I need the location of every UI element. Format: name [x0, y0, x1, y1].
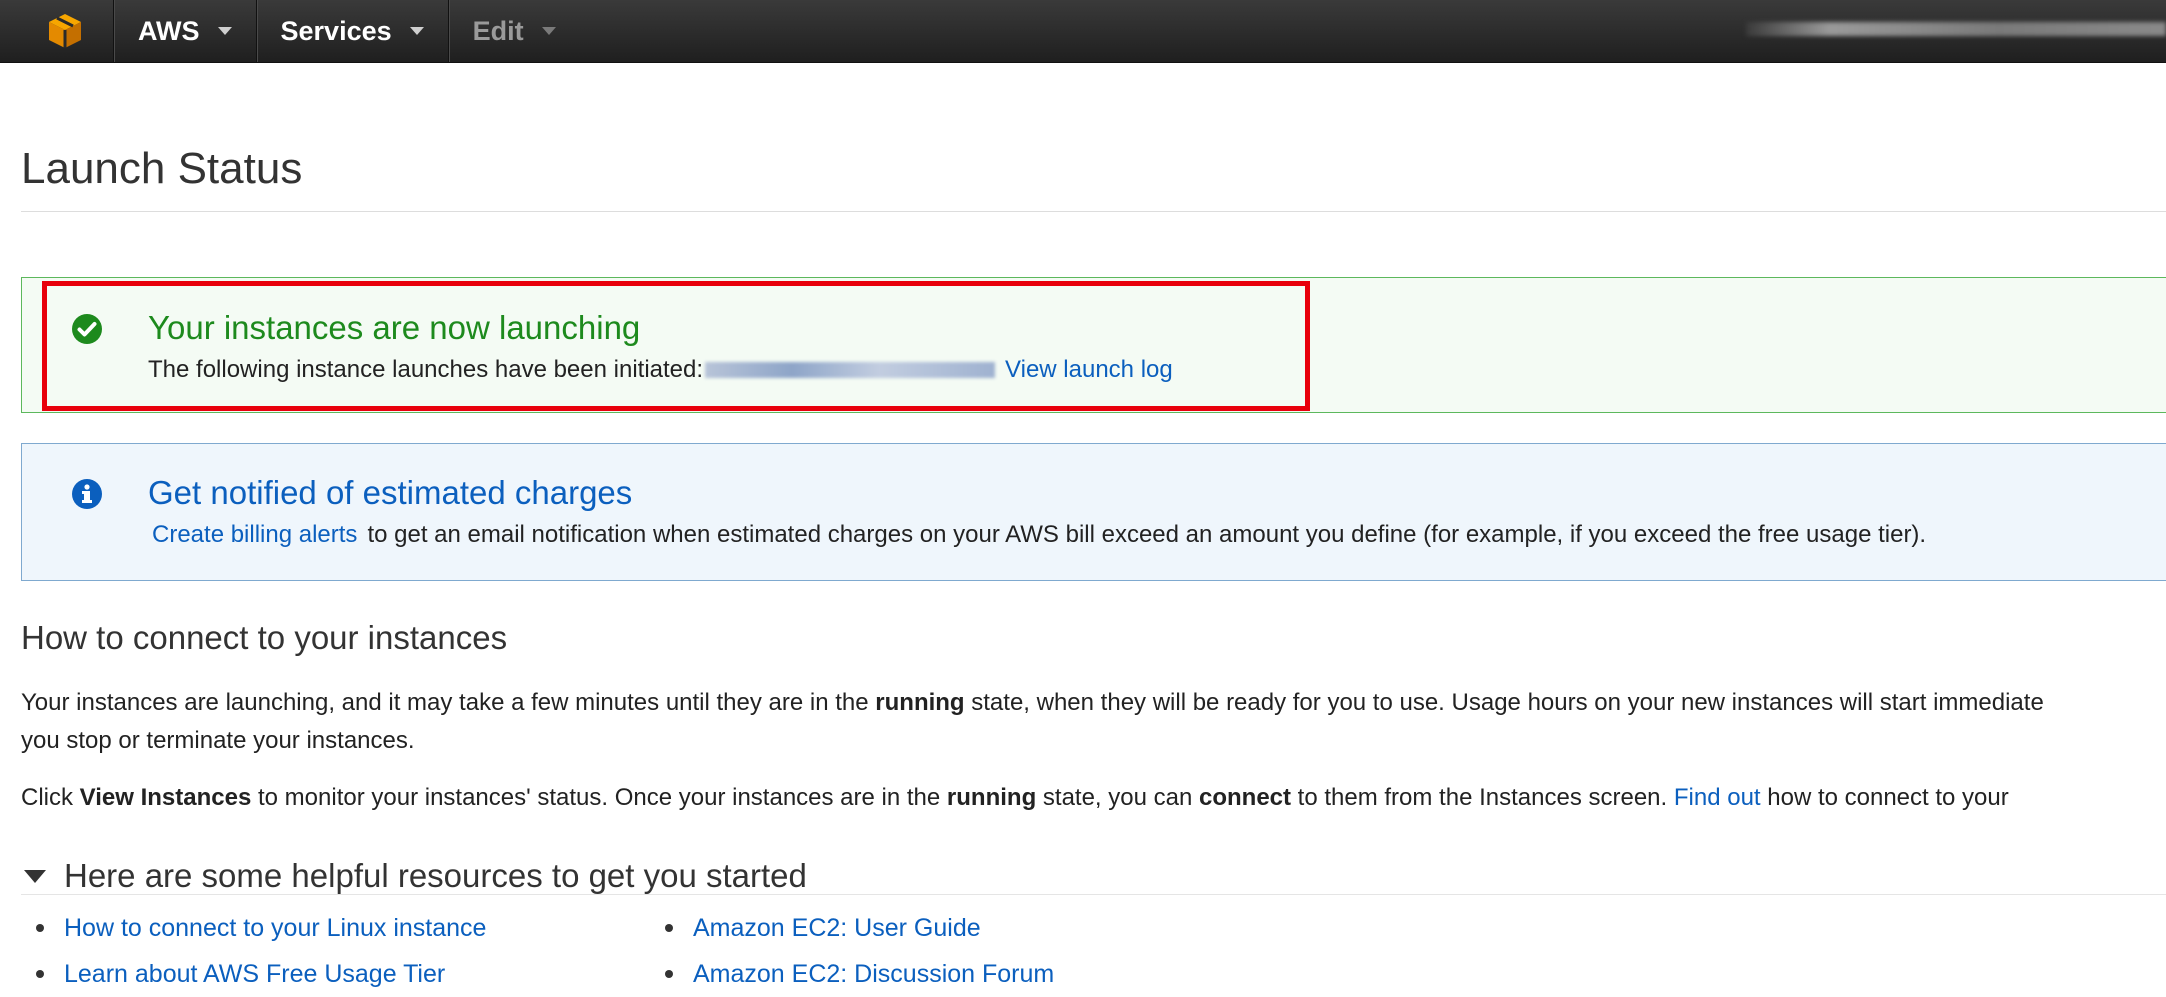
text: how to connect to your: [1760, 784, 2009, 811]
check-circle-icon: [72, 314, 102, 344]
chevron-down-icon: [217, 27, 232, 35]
info-circle-icon: [72, 479, 102, 509]
user-guide-link[interactable]: Amazon EC2: User Guide: [693, 905, 981, 951]
view-instances-text: View Instances: [79, 784, 252, 811]
text: to monitor your instances' status. Once …: [251, 784, 947, 811]
connect-paragraph-1: Your instances are launching, and it may…: [21, 684, 2044, 760]
divider: [21, 894, 2166, 895]
aws-cube-logo-icon[interactable]: [45, 9, 89, 53]
services-menu[interactable]: Services: [281, 16, 424, 47]
text: state, when they will be ready for you t…: [964, 689, 2044, 716]
list-item: How to connect to your Linux instance: [36, 905, 486, 951]
redacted-account-info: [1746, 22, 2166, 36]
list-item: Amazon EC2: Discussion Forum: [665, 951, 1054, 997]
billing-info-alert: [21, 443, 2166, 581]
success-message-text: The following instance launches have bee…: [148, 356, 704, 383]
text: state, you can: [1036, 784, 1199, 811]
edit-menu-label: Edit: [472, 15, 524, 46]
success-title: Your instances are now launching: [148, 309, 641, 346]
resources-list-left: How to connect to your Linux instance Le…: [36, 905, 486, 997]
chevron-down-icon: [541, 27, 556, 35]
edit-menu[interactable]: Edit: [473, 16, 556, 47]
find-out-link[interactable]: Find out: [1674, 784, 1761, 811]
running-text: running: [875, 689, 965, 716]
services-menu-label: Services: [280, 15, 392, 46]
text: to them from the Instances screen.: [1291, 784, 1674, 811]
text: Your instances are launching, and it may…: [21, 689, 876, 716]
running-text: running: [946, 784, 1037, 811]
free-tier-link[interactable]: Learn about AWS Free Usage Tier: [64, 951, 445, 997]
triangle-down-icon: [24, 869, 46, 883]
connect-section-heading: How to connect to your instances: [21, 619, 508, 656]
success-message: The following instance launches have bee…: [148, 356, 1173, 384]
resources-section-toggle[interactable]: Here are some helpful resources to get y…: [24, 857, 807, 895]
text: you stop or terminate your instances.: [21, 727, 415, 754]
view-launch-log-link[interactable]: View launch log: [1005, 356, 1173, 384]
discussion-forum-link[interactable]: Amazon EC2: Discussion Forum: [693, 951, 1054, 997]
connect-text: connect: [1199, 784, 1292, 811]
top-navigation-bar: AWS Services Edit: [0, 0, 2166, 63]
list-item: Learn about AWS Free Usage Tier: [36, 951, 486, 997]
chevron-down-icon: [409, 27, 424, 35]
create-billing-alerts-link[interactable]: Create billing alerts: [152, 521, 357, 548]
page-title: Launch Status: [21, 144, 303, 193]
aws-menu-label: AWS: [138, 15, 200, 46]
billing-message: Create billing alerts to get an email not…: [152, 521, 1926, 549]
aws-menu[interactable]: AWS: [138, 16, 232, 47]
resources-title: Here are some helpful resources to get y…: [64, 857, 807, 894]
billing-title: Get notified of estimated charges: [148, 474, 633, 511]
resources-list-right: Amazon EC2: User Guide Amazon EC2: Discu…: [665, 905, 1054, 997]
divider: [21, 211, 2166, 212]
linux-connect-link[interactable]: How to connect to your Linux instance: [64, 905, 486, 951]
redacted-instance-id: [705, 362, 996, 378]
nav-separator: [113, 0, 114, 62]
nav-separator: [447, 0, 449, 62]
list-item: Amazon EC2: User Guide: [665, 905, 1054, 951]
connect-paragraph-2: Click View Instances to monitor your ins…: [21, 779, 2009, 817]
text: Click: [21, 784, 80, 811]
billing-message-text: to get an email notification when estima…: [367, 521, 1927, 548]
nav-separator: [255, 0, 257, 62]
